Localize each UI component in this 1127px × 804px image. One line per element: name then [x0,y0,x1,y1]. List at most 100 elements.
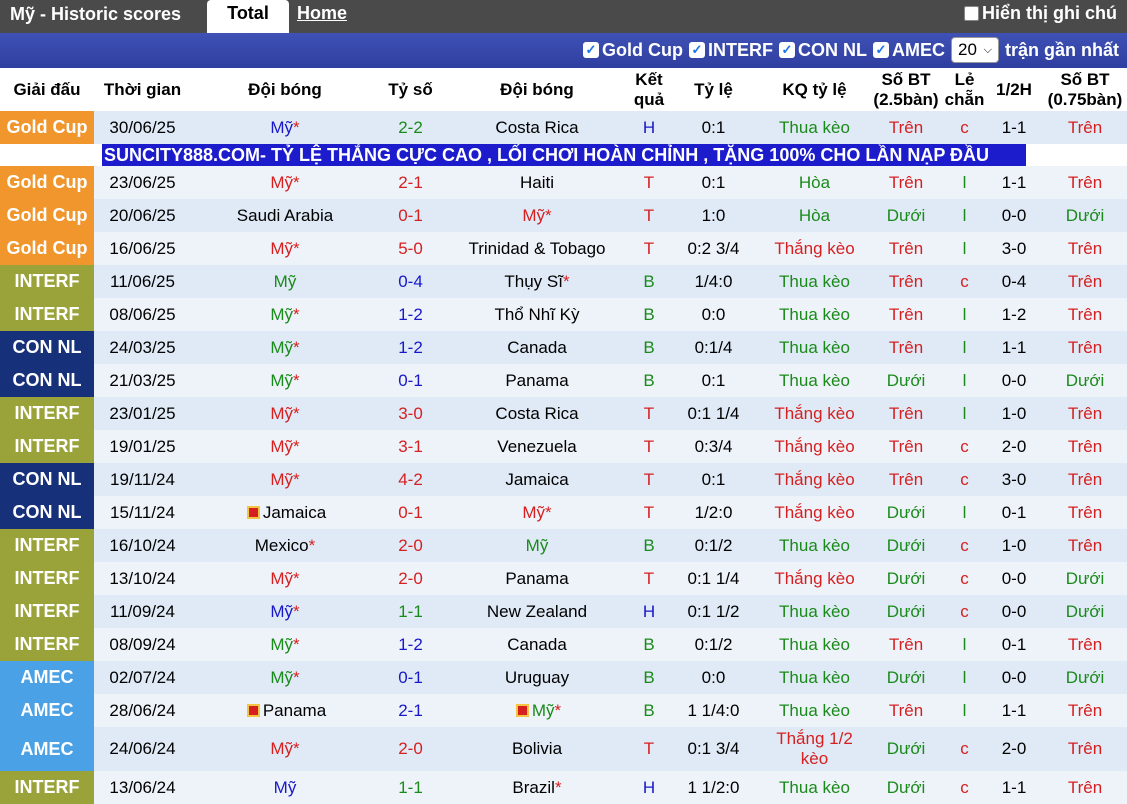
league-badge[interactable]: INTERF [0,771,94,804]
score[interactable]: 2-2 [379,111,442,144]
score[interactable]: 1-2 [379,628,442,661]
table-row[interactable]: INTERF 13/06/24 Mỹ 1-1 Brazil* H 1 1/2:0 Thua k… [0,771,1127,804]
away-team[interactable]: Uruguay [442,661,632,694]
away-team-name[interactable]: Costa Rica [495,404,578,423]
home-team[interactable]: Mỹ* [191,331,379,364]
home-team-name[interactable]: Mỹ [274,272,297,291]
home-team[interactable]: Mexico* [191,529,379,562]
score[interactable]: 1-1 [379,595,442,628]
score[interactable]: 2-1 [379,694,442,727]
score[interactable]: 4-2 [379,463,442,496]
home-team[interactable]: Mỹ* [191,727,379,771]
score[interactable]: 2-0 [379,562,442,595]
league-badge[interactable]: CON NL [0,463,94,496]
home-team-name[interactable]: Mỹ [270,470,293,489]
away-team[interactable]: Thụy Sĩ* [442,265,632,298]
away-team-name[interactable]: Thụy Sĩ [504,272,563,291]
home-team-name[interactable]: Mỹ [270,437,293,456]
home-team[interactable]: Mỹ* [191,661,379,694]
away-team-name[interactable]: Mỹ [532,701,555,720]
away-team-name[interactable]: Trinidad & Tobago [468,239,605,258]
away-team[interactable]: Bolivia [442,727,632,771]
check-icon[interactable]: ✓ [583,42,599,58]
score[interactable]: 2-1 [379,166,442,199]
tab-total[interactable]: Total [207,0,289,33]
score[interactable]: 3-1 [379,430,442,463]
table-row[interactable]: AMEC 24/06/24 Mỹ* 2-0 Bolivia T 0:1 3/4 Thắng 1… [0,727,1127,771]
table-row[interactable]: INTERF 23/01/25 Mỹ* 3-0 Costa Rica T 0:1 1/4 Th… [0,397,1127,430]
home-team-name[interactable]: Mexico [255,536,309,555]
league-badge[interactable]: AMEC [0,727,94,771]
away-team-name[interactable]: Mỹ [526,536,549,555]
league-badge[interactable]: INTERF [0,265,94,298]
home-team-name[interactable]: Mỹ [270,668,293,687]
away-team-name[interactable]: Panama [505,569,568,588]
away-team[interactable]: Costa Rica [442,111,632,144]
score[interactable]: 0-1 [379,661,442,694]
away-team-name[interactable]: Canada [507,338,567,357]
away-team[interactable]: Mỹ* [442,694,632,727]
league-badge[interactable]: Gold Cup [0,166,94,199]
home-team[interactable]: Mỹ* [191,463,379,496]
away-team-name[interactable]: Costa Rica [495,118,578,137]
away-team[interactable]: Thổ Nhĩ Kỳ [442,298,632,331]
filter-con-nl[interactable]: ✓ CON NL [778,40,867,61]
table-row[interactable]: CON NL 24/03/25 Mỹ* 1-2 Canada B 0:1/4 Thua kèo… [0,331,1127,364]
league-badge[interactable]: INTERF [0,298,94,331]
league-badge[interactable]: Gold Cup [0,199,94,232]
table-row[interactable]: INTERF 08/09/24 Mỹ* 1-2 Canada B 0:1/2 Thua kèo… [0,628,1127,661]
home-team[interactable]: Saudi Arabia [191,199,379,232]
away-team[interactable]: Mỹ* [442,496,632,529]
score[interactable]: 3-0 [379,397,442,430]
league-badge[interactable]: Gold Cup [0,111,94,144]
table-row[interactable]: CON NL 19/11/24 Mỹ* 4-2 Jamaica T 0:1 Thắng kèo… [0,463,1127,496]
home-team[interactable]: Mỹ [191,771,379,804]
home-team-name[interactable]: Mỹ [270,635,293,654]
score[interactable]: 0-4 [379,265,442,298]
home-team[interactable]: Mỹ* [191,166,379,199]
away-team[interactable]: Panama [442,562,632,595]
home-team[interactable]: Jamaica [191,496,379,529]
league-badge[interactable]: CON NL [0,331,94,364]
home-team-name[interactable]: Mỹ [270,739,293,758]
table-row[interactable]: AMEC 28/06/24 Panama 2-1 Mỹ* B 1 1/4:0 Thua kèo… [0,694,1127,727]
score[interactable]: 2-0 [379,529,442,562]
table-row[interactable]: INTERF 11/09/24 Mỹ* 1-1 New Zealand H 0:1 1/2 T… [0,595,1127,628]
away-team[interactable]: Panama [442,364,632,397]
home-team-name[interactable]: Mỹ [270,118,293,137]
table-row[interactable]: INTERF 13/10/24 Mỹ* 2-0 Panama T 0:1 1/4 Thắng … [0,562,1127,595]
league-badge[interactable]: INTERF [0,397,94,430]
check-icon[interactable]: ✓ [688,42,705,58]
league-badge[interactable]: INTERF [0,628,94,661]
away-team-name[interactable]: Panama [505,371,568,390]
away-team-name[interactable]: Bolivia [512,739,562,758]
home-team-name[interactable]: Panama [263,701,326,720]
away-team-name[interactable]: Jamaica [505,470,568,489]
league-badge[interactable]: Gold Cup [0,232,94,265]
home-team-name[interactable]: Jamaica [263,503,326,522]
score[interactable]: 2-0 [379,727,442,771]
check-icon[interactable]: ✓ [778,42,795,58]
away-team-name[interactable]: New Zealand [487,602,587,621]
home-team-name[interactable]: Saudi Arabia [237,206,333,225]
league-badge[interactable]: INTERF [0,562,94,595]
score[interactable]: 1-2 [379,298,442,331]
away-team-name[interactable]: Mỹ [522,206,545,225]
away-team-name[interactable]: Brazil [512,778,555,797]
home-team[interactable]: Mỹ [191,265,379,298]
show-notes-checkbox[interactable] [964,6,979,21]
away-team-name[interactable]: Haiti [520,173,554,192]
away-team-name[interactable]: Venezuela [497,437,576,456]
away-team[interactable]: New Zealand [442,595,632,628]
home-team-name[interactable]: Mỹ [274,778,297,797]
league-badge[interactable]: INTERF [0,529,94,562]
home-team-name[interactable]: Mỹ [270,239,293,258]
league-badge[interactable]: CON NL [0,364,94,397]
away-team[interactable]: Mỹ* [442,199,632,232]
home-team[interactable]: Mỹ* [191,397,379,430]
away-team[interactable]: Mỹ [442,529,632,562]
away-team[interactable]: Haiti [442,166,632,199]
home-team-name[interactable]: Mỹ [270,305,293,324]
ad-banner[interactable]: SUNCITY888.COM- TỶ LỆ THẮNG CỰC CAO , LỐ… [102,144,1026,166]
score[interactable]: 0-1 [379,496,442,529]
